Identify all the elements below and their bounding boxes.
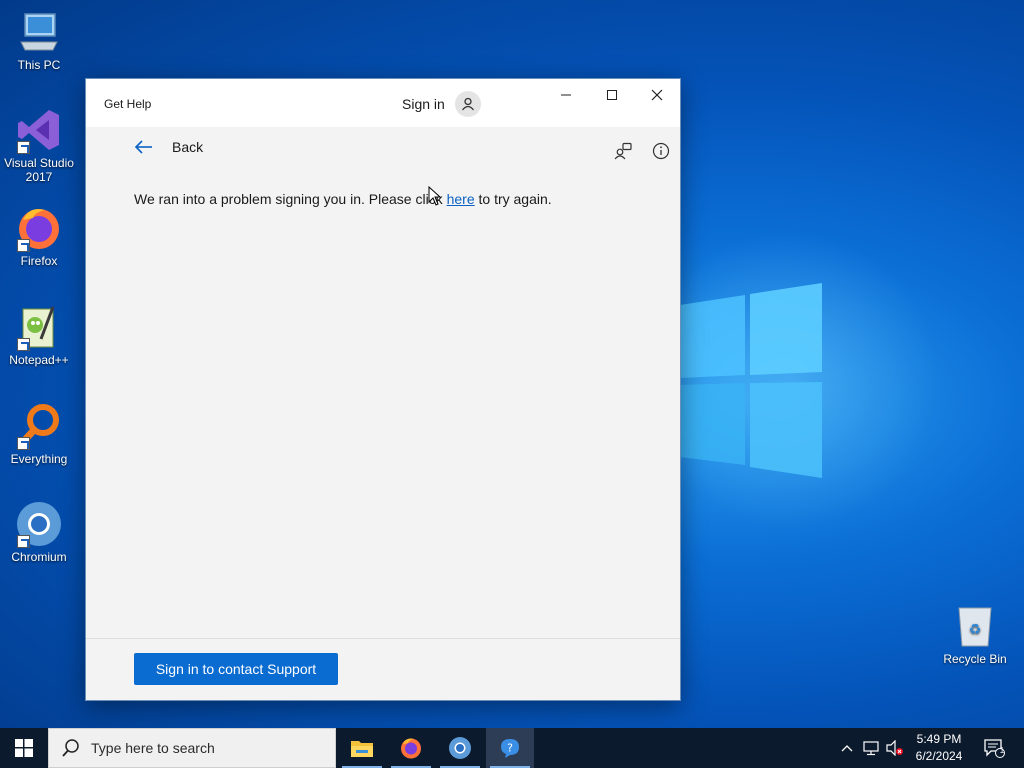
desktop-icon-label: Firefox: [20, 254, 58, 268]
maximize-button[interactable]: [589, 79, 635, 111]
notepadpp-icon: [15, 303, 63, 351]
desktop-icon-everything[interactable]: Everything: [0, 402, 78, 466]
error-message-tail: to try again.: [474, 191, 552, 207]
back-arrow-icon: [134, 140, 152, 154]
everything-search-icon: [15, 402, 63, 450]
get-help-icon: ?: [501, 739, 519, 758]
info-icon: [652, 142, 670, 160]
nav-row: Back: [86, 127, 680, 173]
taskbar: Type here to search ? 5:49 PM 6/2/2024 1: [0, 728, 1024, 768]
desktop-icon-recycle-bin[interactable]: ♻ Recycle Bin: [936, 602, 1014, 666]
minimize-icon: [561, 94, 571, 96]
clock-date: 6/2/2024: [915, 749, 963, 763]
retry-link[interactable]: here: [447, 191, 475, 207]
volume-muted-icon: [886, 740, 903, 756]
sign-in-label: Sign in: [402, 96, 445, 112]
desktop-icon-visual-studio[interactable]: Visual Studio 2017: [0, 106, 78, 184]
person-chat-icon: [614, 142, 632, 160]
sign-in-header-button[interactable]: Sign in: [402, 91, 481, 117]
taskbar-get-help[interactable]: ?: [486, 728, 534, 768]
network-button[interactable]: [860, 728, 882, 768]
shortcut-arrow-icon: [17, 141, 30, 154]
start-button[interactable]: [0, 728, 48, 768]
svg-text:♻: ♻: [969, 622, 982, 638]
desktop-icon-notepadpp[interactable]: Notepad++: [0, 303, 78, 367]
shortcut-arrow-icon: [17, 535, 30, 548]
network-icon: [863, 741, 879, 756]
desktop-icon-label: Everything: [10, 452, 68, 466]
chromium-icon: [449, 737, 471, 759]
windows-start-icon: [15, 739, 33, 757]
notification-count: 1: [999, 746, 1005, 755]
mouse-cursor-icon: [428, 186, 442, 206]
maximize-icon: [607, 90, 617, 100]
back-button[interactable]: Back: [134, 139, 203, 155]
shortcut-arrow-icon: [17, 239, 30, 252]
search-placeholder: Type here to search: [91, 740, 215, 756]
minimize-button[interactable]: [543, 79, 589, 111]
close-icon: [651, 89, 663, 101]
clock-time: 5:49 PM: [916, 732, 962, 746]
firefox-icon: [401, 738, 421, 759]
taskbar-clock[interactable]: 5:49 PM 6/2/2024: [906, 731, 972, 765]
window-footer: Sign in to contact Support: [86, 638, 680, 700]
desktop-icon-label: Recycle Bin: [943, 652, 1007, 666]
show-hidden-icons-button[interactable]: [836, 728, 858, 768]
contact-support-button[interactable]: [611, 139, 635, 163]
back-label: Back: [172, 139, 204, 155]
search-icon: [62, 739, 79, 757]
desktop-icon-firefox[interactable]: Firefox: [0, 204, 78, 268]
computer-icon: [15, 8, 63, 56]
desktop-icon-label: Chromium: [11, 550, 67, 564]
desktop-icon-chromium[interactable]: Chromium: [0, 500, 78, 564]
error-message-text: We ran into a problem signing you in. Pl…: [134, 191, 447, 207]
recycle-bin-icon: ♻: [951, 602, 999, 650]
volume-button[interactable]: [884, 728, 906, 768]
taskbar-search-box[interactable]: Type here to search: [48, 728, 336, 768]
sign-in-support-button[interactable]: Sign in to contact Support: [134, 653, 338, 685]
window-title: Get Help: [104, 97, 152, 111]
get-help-window: Get Help Sign in Back We ran into a prob…: [85, 78, 681, 701]
desktop-icon-label: Notepad++: [9, 353, 69, 367]
close-button[interactable]: [634, 79, 680, 111]
desktop-icon-label: This PC: [17, 58, 61, 72]
file-explorer-icon: [351, 741, 373, 757]
taskbar-chromium[interactable]: [436, 728, 484, 768]
title-bar[interactable]: Get Help Sign in: [86, 79, 680, 127]
action-center-button[interactable]: 1: [976, 728, 1012, 768]
shortcut-arrow-icon: [17, 437, 30, 450]
info-button[interactable]: [649, 139, 673, 163]
shortcut-arrow-icon: [17, 338, 30, 351]
desktop-icon-label: Visual Studio 2017: [4, 156, 74, 184]
visual-studio-icon: [15, 106, 63, 154]
chevron-up-icon: [841, 745, 853, 752]
desktop-icon-this-pc[interactable]: This PC: [0, 8, 78, 72]
taskbar-file-explorer[interactable]: [338, 728, 386, 768]
taskbar-firefox[interactable]: [387, 728, 435, 768]
chromium-icon: [15, 500, 63, 548]
firefox-icon: [15, 204, 63, 252]
error-message: We ran into a problem signing you in. Pl…: [134, 191, 552, 207]
svg-text:?: ?: [507, 742, 513, 755]
user-avatar-icon: [454, 91, 481, 117]
